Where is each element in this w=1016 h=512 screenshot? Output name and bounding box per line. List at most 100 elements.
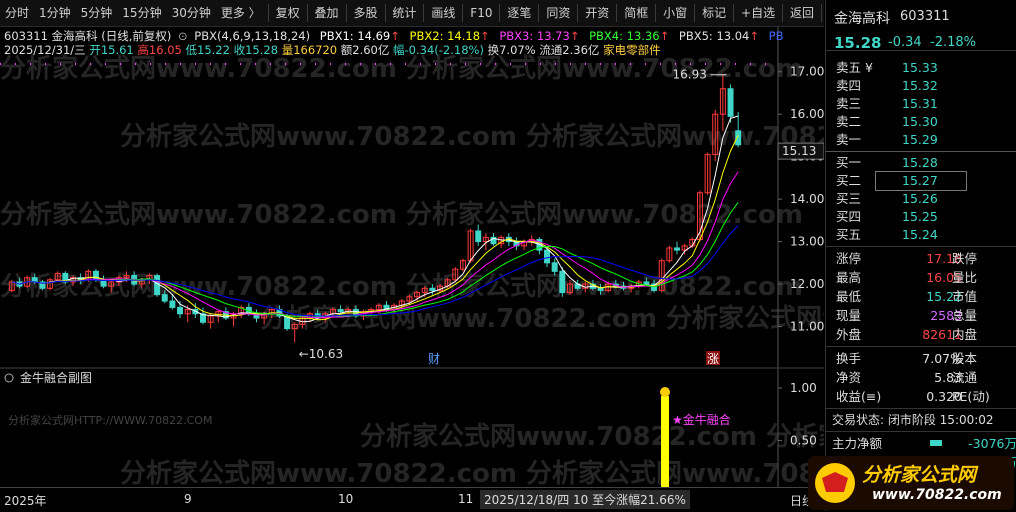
bid-label: 买四 [836,209,862,224]
candle-body [544,249,551,264]
toolbar-item-5[interactable]: 更多 〉 [216,0,266,26]
toolbar-item-13[interactable]: 同资 [541,0,575,26]
toolbar-item-12[interactable]: 逐笔 [502,0,536,26]
toolbar-item-4[interactable]: 30分钟 [167,0,216,26]
marker-finance: 财 [428,352,440,366]
signal-label: ★金牛融合 [672,412,731,427]
x-label-9: 9 [184,492,192,506]
toolbar-separator [733,4,735,22]
toolbar-separator [821,4,822,22]
stat-label: 收益(≡) [836,389,882,404]
ask-label: 卖三 [836,96,862,111]
stat-label-2: 市值 [952,289,978,304]
quote-amount: 额2.60亿 [340,43,390,57]
ask-row[interactable]: 卖五 ¥ 15.33 [826,59,1016,77]
bid-label: 买一 [836,155,862,170]
period-toolbar: 分时 1分钟 5分钟 15分钟 30分钟 更多 〉复权 叠加 多股 统计 画线 F10 逐笔 同资 开资简… [0,0,824,27]
toolbar-item-7[interactable]: 叠加 [310,0,344,26]
quote-line: 2025/12/31/三 开15.61 高16.05 低15.22 收15.28… [4,42,661,58]
crosshair-date-label: 2025/12/18/四 10 至今涨幅21.66% [480,490,690,509]
stat-row: 现量 2583 总量 [826,306,1016,325]
stat-value: 16.05 [926,270,962,285]
toolbar-item-6[interactable]: 复权 [271,0,305,26]
ask-label: 卖四 [836,78,862,93]
ask-row[interactable]: 卖二 15.30 [826,113,1016,131]
watermark: 分析家公式网www.70822.com 分析家公式网www.70822.com [120,121,824,152]
candle-body [475,230,482,243]
watermark: 分析家公式网www.70822.com 分析家公式网www.70822.com [360,421,824,452]
candle-body [177,306,184,315]
ask-row[interactable]: 卖四 15.32 [826,77,1016,95]
bid-row[interactable]: 买四 15.25 [826,208,1016,226]
bid-price: 15.26 [902,191,938,206]
toolbar-separator [577,4,579,22]
toolbar-item-11[interactable]: F10 [465,0,497,26]
site-logo: 分析家公式网 www.70822.com [808,456,1014,510]
toolbar-separator [384,4,386,22]
quote-high: 高16.05 [137,43,182,57]
circle-icon[interactable]: ⊙ [178,29,188,43]
toolbar-item-15[interactable]: 简框 [619,0,653,26]
ask-price: 15.29 [902,132,938,147]
bid-row[interactable]: 买二 15.27 [826,171,1016,191]
toolbar-item-3[interactable]: 15分钟 [117,0,166,26]
watermark: 分析家公式网www.70822.com 分析家公式网www.70822.com [0,271,803,302]
candle-body [169,300,176,308]
ma-line-18 [11,225,739,317]
toolbar-item-2[interactable]: 5分钟 [76,0,118,26]
bid-list: 买一 15.28 买二 15.27 买三 15.26 买四 15.25 买五 15.24 [826,154,1016,244]
quote-open: 开15.61 [89,43,134,57]
toolbar-separator [694,4,696,22]
candle-body [559,270,566,294]
candle-body [429,287,436,291]
date-axis: 2025年 9 10 11 2025/12/18/四 10 至今涨幅21.66%… [0,487,824,512]
ask-price: 15.31 [902,96,938,111]
y-tick-label: 13.00 [790,235,824,249]
quote-sector[interactable]: 家电零部件 [603,43,661,57]
toolbar-item-14[interactable]: 开资 [580,0,614,26]
pbx1-value: PBX1: 14.69 [319,29,391,43]
stat-row: 最低 15.22 市值 [826,287,1016,306]
stat-label: 最高 [836,270,862,285]
toolbar-item-17[interactable]: 标记 [697,0,731,26]
ask-label: 卖五 ¥ [836,60,873,75]
toolbar-separator [423,4,425,22]
flow-value: -3076万 [968,436,1016,451]
subchart-menu-icon [4,373,14,383]
bid-price: 15.28 [902,155,938,170]
toolbar-item-18[interactable]: +自选 [736,0,780,26]
candle-body [551,262,558,272]
bid-label: 买三 [836,191,862,206]
toolbar-item-8[interactable]: 多股 [348,0,382,26]
quote-date: 2025/12/31/三 [4,43,86,57]
candle-body [643,281,650,285]
toolbar-item-9[interactable]: 统计 [387,0,421,26]
last-price-label: 15.13 [782,144,816,158]
toolbar-item-16[interactable]: 小窗 [658,0,692,26]
logo-title: 分析家公式网 [862,464,977,486]
ask-row[interactable]: 卖三 15.31 [826,95,1016,113]
toolbar-item-0[interactable]: 分时 [0,0,34,26]
toolbar-item-1[interactable]: 1分钟 [34,0,76,26]
x-label-10: 10 [338,492,354,506]
sub-y-tick-label: 0.50 [790,434,817,448]
toolbar-item-10[interactable]: 画线 [426,0,460,26]
toolbar-item-19[interactable]: 返回 [785,0,819,26]
pbx6-value: PB [768,29,784,43]
ask-price: 15.30 [902,114,938,129]
pbx3-value: PBX3: 13.73 [499,29,570,43]
flow-label: 主力净额 [832,436,883,451]
stat-value: 7.07% [922,351,962,366]
quote-change: 幅-0.34(-2.18%) [393,43,484,57]
candlestick-chart[interactable]: 分析家公式网www.70822.com 分析家公式网www.70822.com 分… [0,27,824,487]
bid-row[interactable]: 买五 15.24 [826,226,1016,244]
bid-row[interactable]: 买一 15.28 [826,154,1016,172]
stats-list: 涨停 17.18 跌停 最高 16.05 量比 最低 15.22 市值 现量 2583 总量 外盘 826… [826,249,1016,344]
marker-up: 涨 [707,351,719,366]
y-tick-label: 17.00 [790,65,824,79]
ask-row[interactable]: 卖一 15.29 [826,131,1016,149]
stat-row: 最高 16.05 量比 [826,268,1016,287]
bid-row[interactable]: 买三 15.26 [826,190,1016,208]
y-tick-label: 11.00 [790,320,824,334]
stat-value: 2583 [930,308,962,323]
